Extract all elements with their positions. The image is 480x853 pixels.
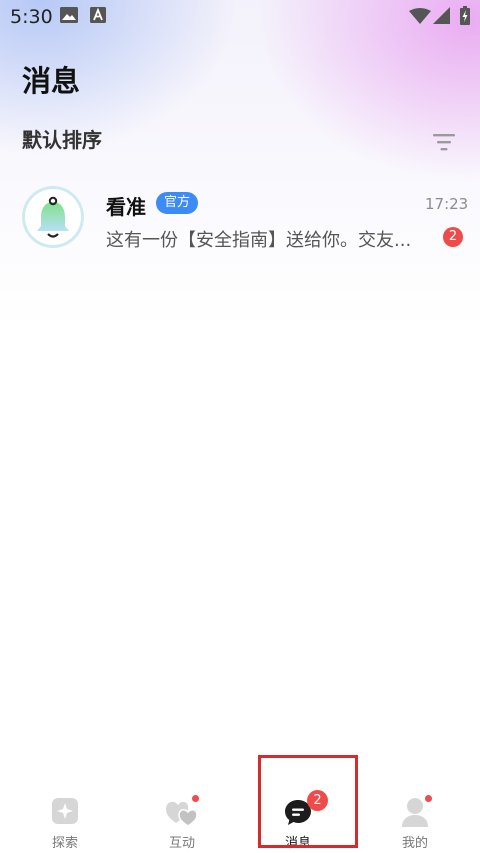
conversation-time: 17:23 [425,195,469,213]
profile-icon [402,798,428,827]
hearts-icon [166,801,198,827]
conversation-item[interactable]: 看准 官方 17:23 这有一份【安全指南】送给你。交友... 2 [0,180,480,256]
tab-interact[interactable]: 互动 [142,786,222,853]
page-title: 消息 [22,64,81,98]
explore-icon [52,798,78,824]
status-time: 5:30 [10,6,53,28]
tab-label: 我的 [401,836,428,851]
battery-charging-icon [460,6,470,29]
tab-explore[interactable]: 探索 [25,786,105,853]
conversation-name: 看准 [106,195,146,219]
tab-label: 探索 [51,836,78,851]
font-a-icon [90,7,106,27]
unread-count-badge: 2 [443,227,463,247]
tab-label: 消息 [284,836,311,851]
bottom-tab-bar: 探索 互动 2 消息 我的 [0,786,480,853]
tab-label: 互动 [168,836,195,851]
sort-selector[interactable]: 默认排序 [22,124,102,153]
avatar[interactable] [22,186,84,248]
tab-badge: 2 [307,790,328,811]
notification-dot [192,795,199,802]
image-icon [60,7,78,27]
tab-profile[interactable]: 我的 [375,786,455,853]
signal-icon [433,7,450,28]
notification-dot [425,795,432,802]
tab-messages[interactable]: 2 消息 [258,786,338,853]
official-badge: 官方 [156,192,198,214]
wifi-icon [409,8,431,28]
status-bar: 5:30 [0,0,480,32]
conversation-preview: 这有一份【安全指南】送给你。交友... [106,230,412,251]
filter-icon[interactable] [433,134,455,156]
bell-icon [23,187,83,247]
